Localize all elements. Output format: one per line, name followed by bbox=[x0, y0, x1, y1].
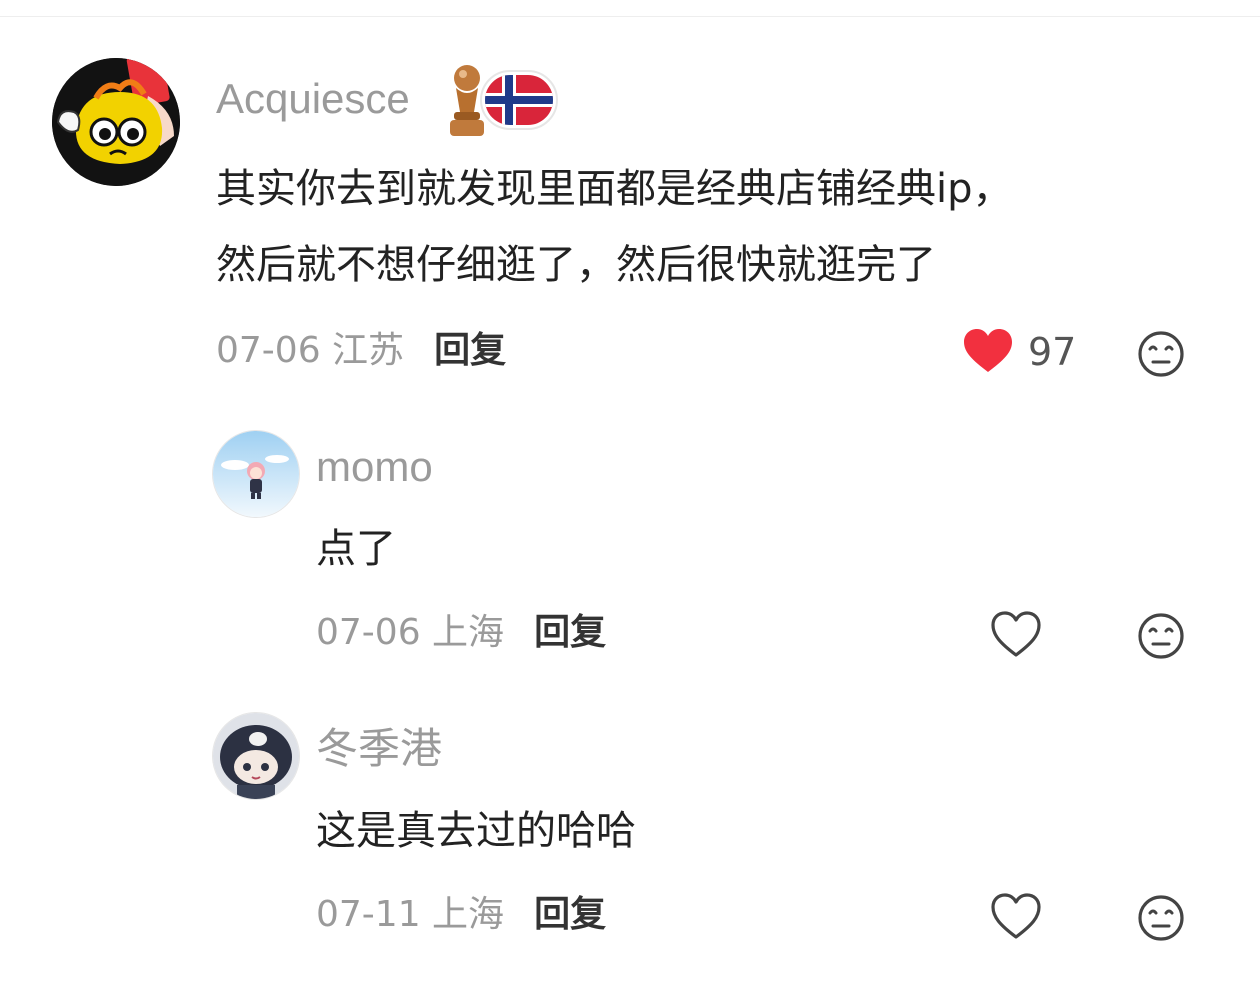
comment-line: 这是真去过的哈哈 bbox=[316, 808, 636, 854]
comment-text: 这是真去过的哈哈 bbox=[316, 800, 636, 862]
red-card-cartoon-avatar-icon bbox=[52, 58, 180, 186]
heart-outline-icon bbox=[991, 893, 1041, 939]
meh-face-icon bbox=[1138, 331, 1184, 377]
username[interactable]: momo bbox=[316, 442, 433, 492]
like-button[interactable] bbox=[990, 891, 1042, 943]
like-count: 97 bbox=[1028, 330, 1077, 374]
comment-meta: 07-06 上海 回复 bbox=[316, 610, 606, 656]
heart-filled-icon bbox=[964, 329, 1012, 372]
date-location: 07-06 江苏 bbox=[216, 330, 405, 371]
avatar[interactable] bbox=[52, 58, 180, 186]
avatar[interactable] bbox=[212, 712, 300, 800]
reply-button[interactable]: 回复 bbox=[434, 330, 506, 371]
dislike-button[interactable] bbox=[1135, 610, 1187, 662]
comment-line: 点了 bbox=[316, 526, 396, 572]
like-button[interactable]: 97 bbox=[962, 326, 1076, 378]
username[interactable]: Acquiesce bbox=[216, 74, 410, 124]
reply-button[interactable]: 回复 bbox=[534, 612, 606, 653]
dislike-button[interactable] bbox=[1135, 328, 1187, 380]
date-location: 07-11 上海 bbox=[316, 894, 505, 935]
norway-flag-icon bbox=[480, 70, 558, 130]
top-divider bbox=[0, 16, 1260, 17]
pink-hair-chibi-avatar-icon bbox=[213, 431, 299, 517]
date-location: 07-06 上海 bbox=[316, 612, 505, 653]
comment-text: 其实你去到就发现里面都是经典店铺经典ip， 然后就不想仔细逛了，然后很快就逛完了 bbox=[216, 158, 1013, 296]
reply-button[interactable]: 回复 bbox=[534, 894, 606, 935]
meh-face-icon bbox=[1138, 613, 1184, 659]
dark-hair-plush-avatar-icon bbox=[213, 713, 299, 799]
meh-face-icon bbox=[1138, 895, 1184, 941]
username[interactable]: 冬季港 bbox=[316, 724, 442, 774]
dislike-button[interactable] bbox=[1135, 892, 1187, 944]
comment-meta: 07-06 江苏 回复 bbox=[216, 328, 506, 374]
avatar[interactable] bbox=[212, 430, 300, 518]
like-button[interactable] bbox=[990, 609, 1042, 661]
comment-line: 然后就不想仔细逛了，然后很快就逛完了 bbox=[216, 242, 936, 288]
comment-meta: 07-11 上海 回复 bbox=[316, 892, 606, 938]
comment-text: 点了 bbox=[316, 518, 396, 580]
heart-outline-icon bbox=[991, 611, 1041, 657]
comment-line: 其实你去到就发现里面都是经典店铺经典ip， bbox=[216, 166, 1013, 212]
